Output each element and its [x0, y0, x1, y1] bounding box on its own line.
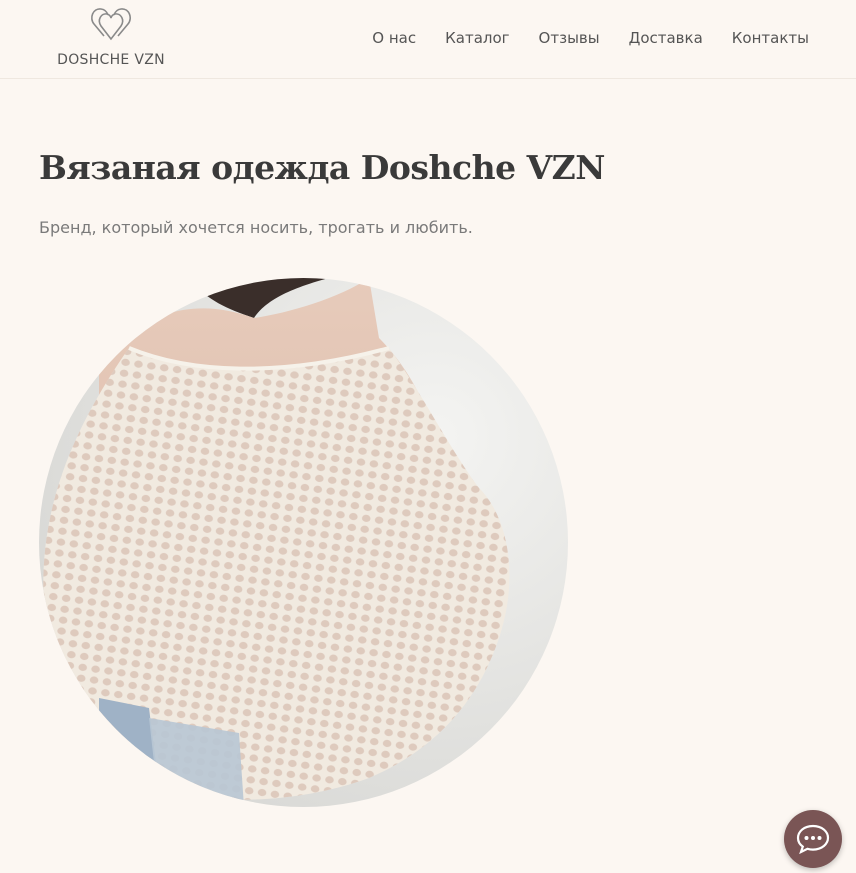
hero-title: Вязаная одежда Doshche VZN: [39, 148, 605, 187]
nav-item-delivery[interactable]: Доставка: [629, 29, 703, 47]
chat-button[interactable]: [784, 810, 842, 868]
hero-photo: [39, 278, 568, 807]
nav-item-about[interactable]: О нас: [372, 29, 416, 47]
brand-name: DOSHCHE VZN: [57, 52, 165, 68]
brand-logo-link[interactable]: DOSHCHE VZN: [56, 2, 166, 72]
knit-sweater-photo: [39, 278, 568, 807]
intertwined-hearts-icon: [91, 8, 131, 41]
nav-item-reviews[interactable]: Отзывы: [539, 29, 600, 47]
chat-bubble-icon: [796, 824, 830, 854]
main-nav: О нас Каталог Отзывы Доставка Контакты: [372, 29, 809, 47]
site-header: DOSHCHE VZN О нас Каталог Отзывы Доставк…: [0, 0, 856, 79]
nav-item-catalog[interactable]: Каталог: [445, 29, 509, 47]
hero-subtitle: Бренд, который хочется носить, трогать и…: [39, 218, 473, 237]
nav-item-contacts[interactable]: Контакты: [732, 29, 809, 47]
